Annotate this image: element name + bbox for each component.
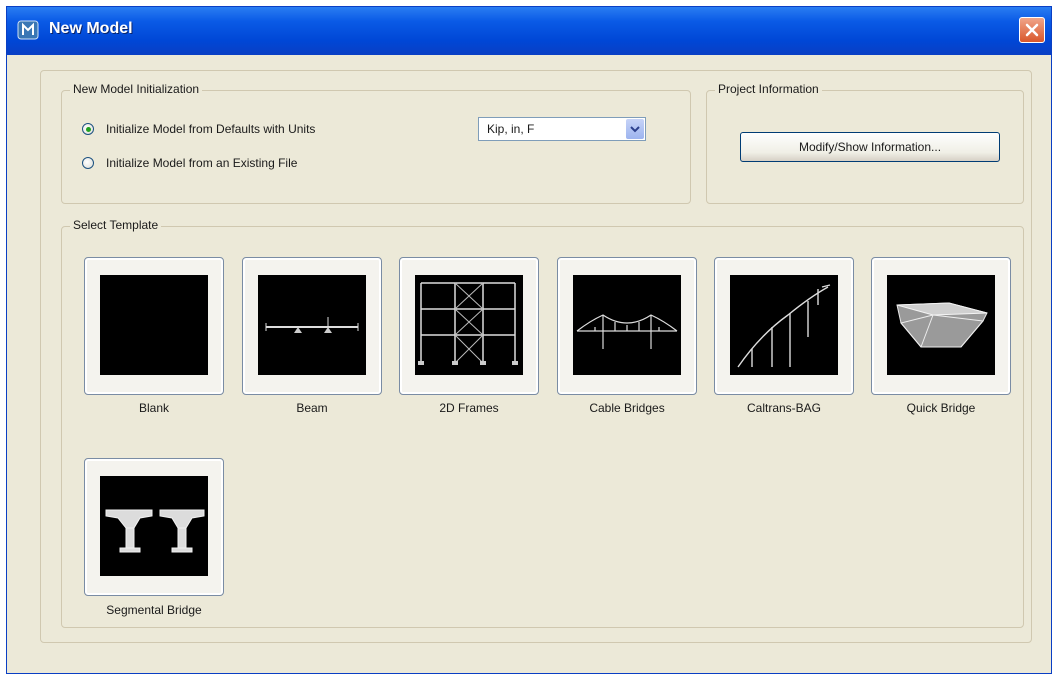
existing-file-radio[interactable] xyxy=(82,157,94,169)
close-button[interactable] xyxy=(1019,17,1045,43)
template-cable-bridges-label: Cable Bridges xyxy=(589,401,665,415)
template-blank-button[interactable] xyxy=(84,257,224,395)
dialog-content-frame: New Model Initialization Initialize Mode… xyxy=(40,70,1032,643)
defaults-radio-label[interactable]: Initialize Model from Defaults with Unit… xyxy=(106,122,315,136)
new-model-dialog: New Model New Model Initialization Initi… xyxy=(6,6,1052,674)
defaults-radio[interactable] xyxy=(82,123,94,135)
defaults-option-row[interactable]: Initialize Model from Defaults with Unit… xyxy=(82,119,315,139)
template-2d-frames-button[interactable] xyxy=(399,257,539,395)
quick-bridge-thumbnail xyxy=(887,275,995,375)
window-title: New Model xyxy=(49,20,133,37)
blank-thumbnail xyxy=(100,275,208,375)
beam-thumbnail xyxy=(258,275,366,375)
template-caltrans-bag-button[interactable] xyxy=(714,257,854,395)
template-segmental-bridge-button[interactable] xyxy=(84,458,224,596)
initialization-group-label: New Model Initialization xyxy=(70,82,203,96)
app-icon xyxy=(17,19,39,41)
new-model-initialization-group: New Model Initialization Initialize Mode… xyxy=(61,82,691,204)
modify-show-information-button[interactable]: Modify/Show Information... xyxy=(740,132,1000,162)
template-2d-frames-label: 2D Frames xyxy=(439,401,499,415)
units-dropdown-button[interactable] xyxy=(626,119,644,139)
select-template-group: Select Template Blank Beam 2D Frames Cab… xyxy=(61,218,1024,628)
chevron-down-icon xyxy=(630,126,640,133)
template-blank-label: Blank xyxy=(138,401,170,415)
template-cable-bridges-button[interactable] xyxy=(557,257,697,395)
2d-frames-thumbnail xyxy=(415,275,523,375)
template-beam-button[interactable] xyxy=(242,257,382,395)
units-dropdown-value: Kip, in, F xyxy=(487,122,535,136)
radio-selected-dot xyxy=(85,126,91,132)
caltrans-bag-thumbnail xyxy=(730,275,838,375)
title-bar[interactable]: New Model xyxy=(7,7,1051,55)
segmental-bridge-thumbnail xyxy=(100,476,208,576)
units-dropdown[interactable]: Kip, in, F xyxy=(478,117,646,141)
template-group-label: Select Template xyxy=(70,218,162,232)
template-quick-bridge-button[interactable] xyxy=(871,257,1011,395)
template-caltrans-bag-label: Caltrans-BAG xyxy=(746,401,822,415)
template-beam-label: Beam xyxy=(296,401,328,415)
existing-file-option-row[interactable]: Initialize Model from an Existing File xyxy=(82,153,297,173)
existing-file-radio-label[interactable]: Initialize Model from an Existing File xyxy=(106,156,297,170)
project-group-label: Project Information xyxy=(715,82,822,96)
template-segmental-bridge-label: Segmental Bridge xyxy=(106,603,202,617)
project-information-group: Project Information Modify/Show Informat… xyxy=(706,82,1024,204)
template-quick-bridge-label: Quick Bridge xyxy=(906,401,976,415)
cable-bridges-thumbnail xyxy=(573,275,681,375)
close-icon xyxy=(1025,23,1039,37)
